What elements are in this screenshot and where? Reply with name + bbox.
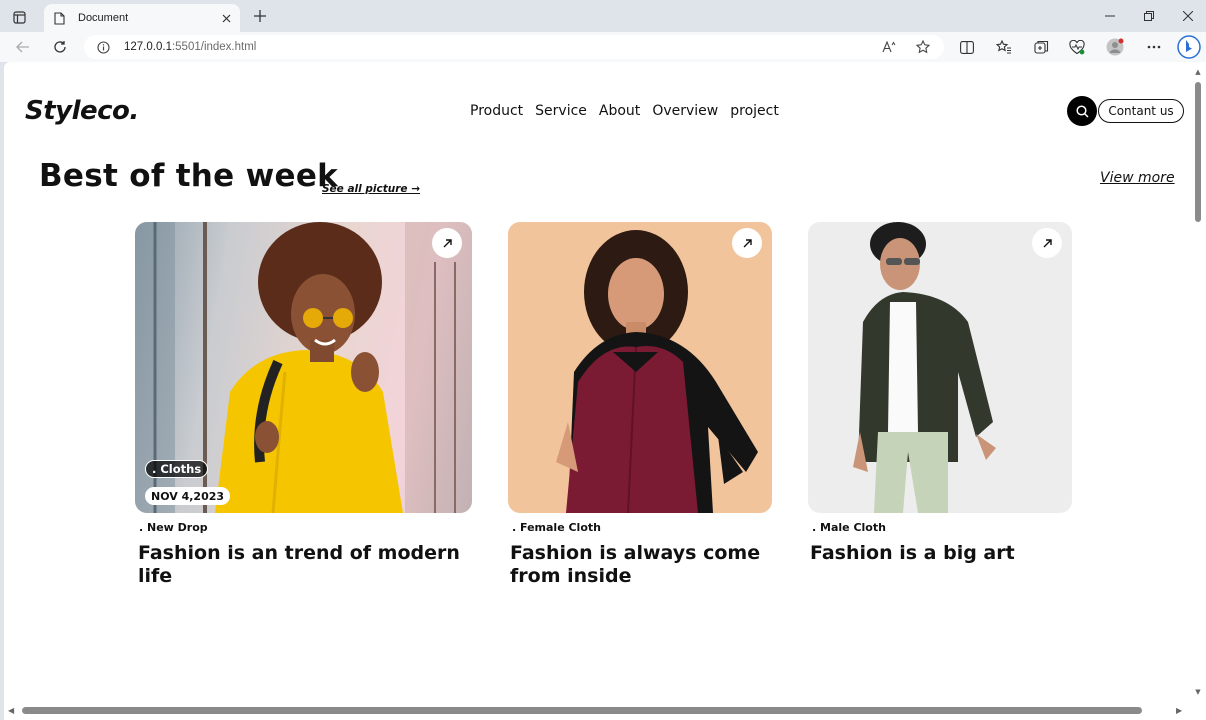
collections-icon[interactable] — [1032, 38, 1050, 56]
nav-service[interactable]: Service — [535, 103, 587, 119]
scroll-left-arrow-icon[interactable]: ◀ — [8, 706, 14, 715]
card-image-male-cloth[interactable] — [808, 222, 1072, 513]
performance-heart-icon[interactable] — [1068, 38, 1086, 56]
site-logo[interactable]: Styleco. — [25, 96, 139, 126]
more-options-icon[interactable] — [1145, 38, 1163, 56]
tab-title: Document — [78, 12, 129, 24]
close-tab-icon[interactable] — [218, 10, 234, 26]
minimize-icon[interactable] — [1100, 6, 1120, 26]
vertical-scrollbar[interactable]: ▲ ▼ — [1190, 62, 1206, 702]
favorite-star-icon[interactable] — [915, 39, 931, 55]
contact-button[interactable]: Contant us — [1098, 99, 1184, 123]
scroll-down-arrow-icon[interactable]: ▼ — [1194, 688, 1202, 696]
horizontal-scrollbar[interactable]: ◀ ▶ — [4, 702, 1206, 720]
see-all-pictures-link[interactable]: See all picture → — [322, 183, 420, 195]
url-text: 127.0.0.1:5501/index.html — [124, 41, 256, 53]
browser-toolbar: 127.0.0.1:5501/index.html — [0, 32, 1206, 62]
search-button[interactable] — [1067, 96, 1097, 126]
card-open-button[interactable] — [432, 228, 462, 258]
category-tag[interactable]: . Cloths — [145, 460, 209, 478]
url-host: 127.0.0.1 — [124, 41, 172, 53]
browser-tab[interactable]: Document — [44, 4, 240, 32]
card-image-new-drop[interactable]: . Cloths NOV 4,2023 — [135, 222, 472, 513]
card-image-female-cloth[interactable] — [508, 222, 772, 513]
document-icon — [52, 11, 66, 25]
read-aloud-icon[interactable] — [881, 39, 897, 55]
man-olive-jacket-illustration — [853, 222, 996, 513]
split-screen-icon[interactable] — [958, 38, 976, 56]
url-path: :5501/index.html — [171, 41, 257, 53]
date-badge: NOV 4,2023 — [145, 487, 231, 505]
card-title-line: life — [138, 565, 173, 587]
scroll-right-arrow-icon[interactable]: ▶ — [1176, 706, 1182, 715]
bing-copilot-icon[interactable] — [1177, 35, 1201, 59]
card-category: . New Drop — [139, 521, 208, 534]
woman-maroon-vest-illustration — [556, 230, 758, 513]
nav-overview[interactable]: Overview — [652, 103, 718, 119]
main-nav: Product Service About Overview project — [470, 103, 779, 119]
card-category: . Male Cloth — [812, 521, 886, 534]
close-window-icon[interactable] — [1178, 6, 1198, 26]
address-bar[interactable]: 127.0.0.1:5501/index.html — [84, 35, 944, 59]
card-open-button[interactable] — [732, 228, 762, 258]
card-title[interactable]: Fashion is an trend of modern life — [138, 542, 468, 588]
nav-project[interactable]: project — [730, 103, 779, 119]
workspaces-icon[interactable] — [10, 8, 28, 26]
favorites-icon[interactable] — [995, 38, 1013, 56]
arrow-up-right-icon — [443, 238, 452, 247]
site-info-icon[interactable] — [96, 40, 110, 54]
vertical-scroll-thumb[interactable] — [1195, 82, 1201, 222]
browser-titlebar: Document — [0, 0, 1206, 32]
restore-icon[interactable] — [1139, 6, 1159, 26]
search-icon — [1075, 104, 1089, 118]
arrow-up-right-icon — [743, 238, 752, 247]
card-title-line: from inside — [510, 565, 632, 587]
nav-about[interactable]: About — [599, 103, 640, 119]
card-title-line: Fashion is an trend of modern — [138, 542, 460, 564]
view-more-link[interactable]: View more — [1100, 170, 1175, 186]
card-title[interactable]: Fashion is a big art — [810, 542, 1070, 565]
card-category: . Female Cloth — [512, 521, 601, 534]
section-title: Best of the week — [39, 158, 339, 194]
arrow-up-right-icon — [1043, 238, 1052, 247]
web-page: Styleco. Product Service About Overview … — [4, 62, 1190, 702]
new-tab-icon[interactable] — [250, 6, 270, 26]
nav-product[interactable]: Product — [470, 103, 523, 119]
horizontal-scroll-thumb[interactable] — [22, 707, 1142, 714]
card-title-line: Fashion is always come — [510, 542, 761, 564]
reload-icon[interactable] — [50, 37, 70, 57]
card-title[interactable]: Fashion is always come from inside — [510, 542, 770, 588]
card-open-button[interactable] — [1032, 228, 1062, 258]
back-icon[interactable] — [13, 37, 33, 57]
scroll-up-arrow-icon[interactable]: ▲ — [1194, 68, 1202, 76]
profile-avatar-icon[interactable] — [1106, 38, 1124, 56]
card-title-line: Fashion is a big art — [810, 542, 1015, 564]
